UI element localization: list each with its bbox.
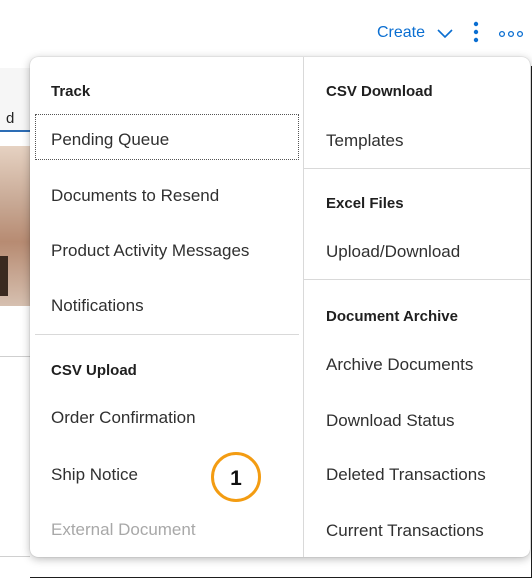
menu-item-documents-to-resend[interactable]: Documents to Resend bbox=[51, 186, 219, 206]
section-divider bbox=[35, 334, 299, 335]
background-divider bbox=[0, 556, 30, 557]
callout-badge: 1 bbox=[211, 452, 261, 502]
create-button[interactable]: Create bbox=[377, 24, 425, 42]
menu-item-ship-notice[interactable]: Ship Notice bbox=[51, 465, 138, 485]
document-archive-heading: Document Archive bbox=[326, 308, 458, 325]
background-page: d bbox=[0, 66, 30, 578]
horizontal-more-icon[interactable] bbox=[498, 30, 524, 38]
menu-item-order-confirmation[interactable]: Order Confirmation bbox=[51, 408, 196, 428]
create-dropdown-menu: Track Pending Queue Documents to Resend … bbox=[30, 57, 530, 557]
track-heading: Track bbox=[51, 83, 91, 100]
menu-item-notifications[interactable]: Notifications bbox=[51, 296, 144, 316]
vertical-more-icon[interactable] bbox=[473, 21, 479, 43]
excel-files-heading: Excel Files bbox=[326, 195, 404, 212]
chevron-down-icon[interactable] bbox=[436, 26, 454, 40]
menu-item-download-status[interactable]: Download Status bbox=[326, 411, 455, 431]
background-text: d bbox=[6, 110, 15, 127]
section-divider bbox=[304, 168, 530, 169]
csv-upload-heading: CSV Upload bbox=[51, 362, 137, 379]
menu-item-current-transactions[interactable]: Current Transactions bbox=[326, 521, 484, 541]
background-banner: d bbox=[0, 68, 30, 132]
menu-item-upload-download[interactable]: Upload/Download bbox=[326, 242, 460, 262]
menu-item-archive-documents[interactable]: Archive Documents bbox=[326, 355, 473, 375]
menu-item-templates[interactable]: Templates bbox=[326, 131, 403, 151]
menu-item-external-document: External Document bbox=[51, 520, 196, 539]
menu-item-pending-queue[interactable]: Pending Queue bbox=[51, 130, 169, 150]
column-divider bbox=[303, 57, 304, 557]
csv-download-heading: CSV Download bbox=[326, 83, 433, 100]
menu-item-deleted-transactions[interactable]: Deleted Transactions bbox=[326, 465, 486, 485]
menu-item-product-activity-messages[interactable]: Product Activity Messages bbox=[51, 241, 249, 261]
callout-number: 1 bbox=[230, 467, 242, 490]
background-image-detail bbox=[0, 256, 8, 296]
background-divider bbox=[0, 356, 30, 357]
section-divider bbox=[304, 279, 530, 280]
